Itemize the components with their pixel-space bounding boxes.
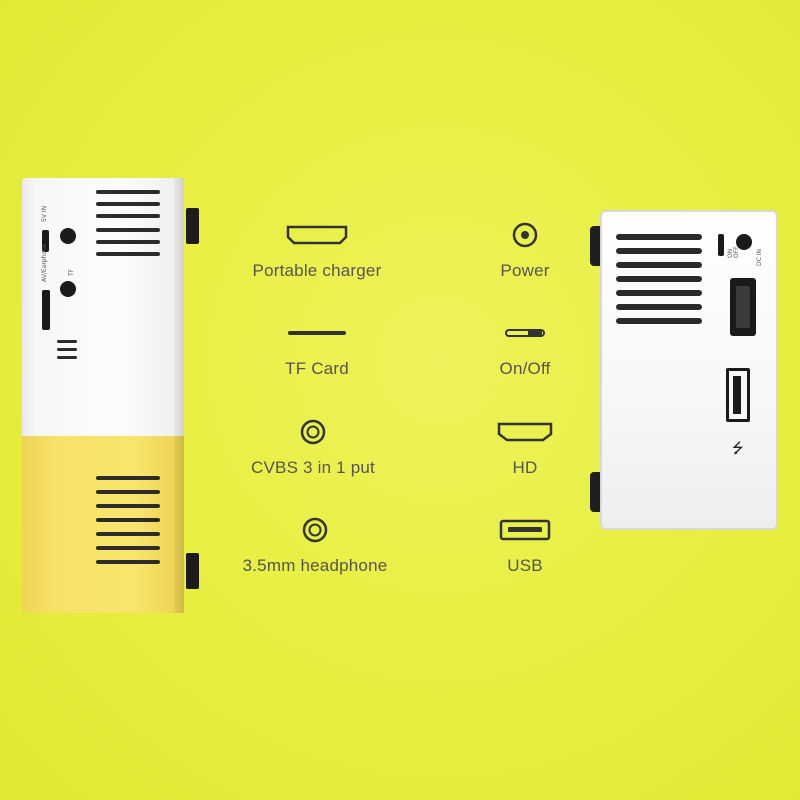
vent-slot	[96, 252, 160, 256]
feature-label: Portable charger	[252, 261, 382, 280]
vent-slot	[616, 318, 702, 324]
tf-card-slot	[42, 290, 50, 330]
feature-usb: USB	[425, 510, 625, 576]
feature-hd: HD	[425, 412, 625, 478]
dc-power-icon	[512, 222, 538, 248]
vent-slot	[96, 518, 160, 522]
projector-back-view: ON OFF DC IN ⭍	[590, 210, 778, 530]
vent-slot	[96, 190, 160, 194]
vent-slot	[96, 546, 160, 550]
feature-label: 3.5mm headphone	[242, 556, 388, 575]
feature-label: TF Card	[285, 359, 349, 378]
feature-tf-card: TF Card	[217, 313, 417, 379]
vent-slot	[96, 560, 160, 564]
earphone-jack-port	[60, 281, 76, 297]
feature-label: CVBS 3 in 1 put	[251, 458, 375, 477]
indicator-line	[57, 340, 77, 343]
feature-cvbs: CVBS 3 in 1 put	[213, 412, 413, 478]
port-label-av: AV/Earphone	[41, 243, 48, 282]
feature-on-off: On/Off	[425, 313, 625, 379]
hdmi-port	[730, 278, 756, 336]
foot-knob-bottom	[186, 553, 199, 589]
projector-side-view: 5V IN AV/Earphone TF	[22, 178, 199, 613]
port-label-5v: 5V IN	[41, 205, 48, 222]
vent-slot	[616, 234, 702, 240]
feature-headphone: 3.5mm headphone	[215, 510, 415, 576]
vent-slot	[616, 248, 702, 254]
vent-slot	[96, 202, 160, 206]
av-jack-port	[60, 228, 76, 244]
round-jack-icon	[300, 419, 326, 445]
power-switch	[718, 234, 724, 256]
feature-label: USB	[507, 556, 543, 575]
indicator-line	[57, 356, 77, 359]
vent-slot	[616, 276, 702, 282]
port-label-tf: TF	[68, 268, 75, 276]
switch-icon	[505, 329, 545, 337]
indicator-line	[57, 348, 77, 351]
foot-knob-top	[186, 208, 199, 244]
feature-label: On/Off	[499, 359, 551, 378]
micro-usb-port-icon	[286, 225, 348, 245]
vent-slot	[96, 240, 160, 244]
round-jack-icon	[302, 517, 328, 543]
tf-card-slot-icon	[288, 331, 346, 335]
usb-port-icon	[499, 519, 551, 541]
projector-edge-shade	[174, 178, 184, 613]
vent-slot	[96, 214, 160, 218]
vent-slot	[616, 304, 702, 310]
hdmi-port-icon	[497, 422, 553, 442]
feature-portable-charger: Portable charger	[217, 215, 417, 281]
vent-slot	[96, 532, 160, 536]
projector-yellow-section	[22, 436, 184, 613]
vent-slot	[96, 490, 160, 494]
vent-slot	[96, 228, 160, 232]
usb-port	[726, 368, 750, 422]
product-image: 5V IN AV/Earphone TF Portable charger TF…	[0, 0, 800, 800]
usb-symbol-icon: ⭍	[732, 441, 744, 457]
dc-in-port	[736, 234, 752, 250]
dc-in-label: DC IN	[756, 249, 763, 266]
projector-back-panel	[600, 210, 778, 530]
vent-slot	[96, 476, 160, 480]
vent-slot	[96, 504, 160, 508]
vent-slot	[616, 290, 702, 296]
vent-slot	[616, 262, 702, 268]
